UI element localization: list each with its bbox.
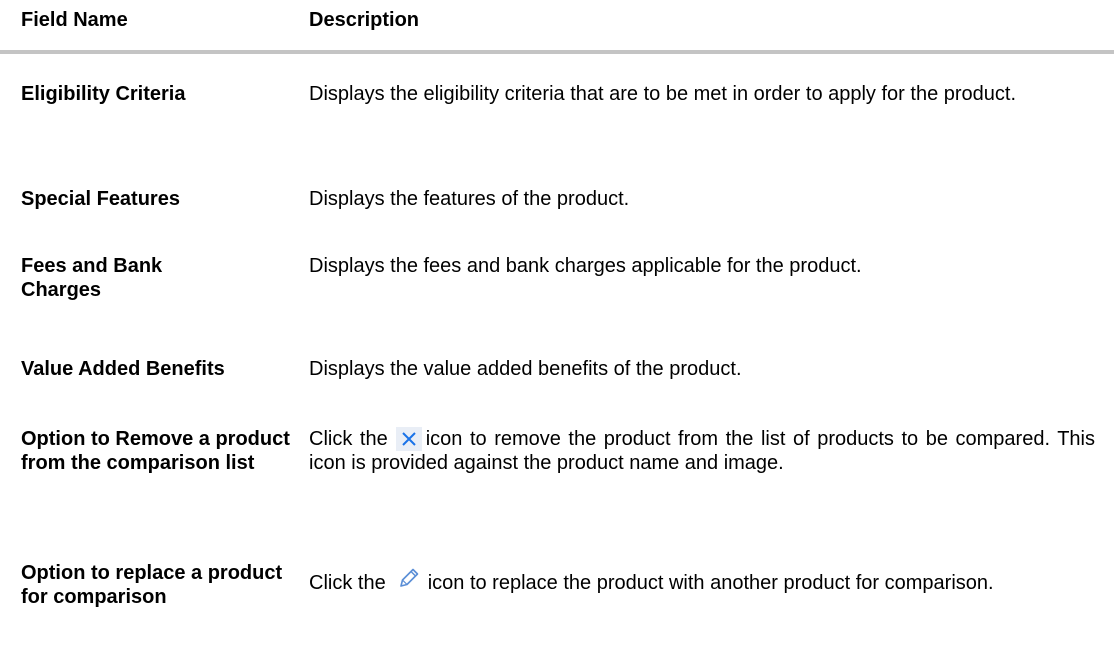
field-name-cell: Fees and Bank Charges — [21, 255, 163, 301]
description-cell: Displays the features of the product. — [309, 188, 630, 210]
pencil-icon — [396, 565, 422, 593]
description-text-after: icon to remove the product from the list… — [309, 428, 1095, 474]
field-name-cell: Value Added Benefits — [21, 358, 225, 380]
header-field-name: Field Name — [21, 9, 128, 31]
description-text-after: icon to replace the product with another… — [427, 572, 994, 594]
description-text-before: Click the — [309, 572, 386, 594]
field-name-cell: Option to replace a product for comparis… — [21, 562, 283, 608]
description-cell: Click the icon to remove the product from… — [309, 427, 1095, 475]
field-description-table: Field Name Description Eligibility Crite… — [0, 0, 1114, 648]
header-divider — [0, 50, 1114, 54]
description-cell: Displays the value added benefits of the… — [309, 358, 742, 380]
field-name-cell: Special Features — [21, 188, 180, 210]
field-name-cell: Option to Remove a product from the comp… — [21, 428, 290, 474]
close-icon — [395, 427, 422, 451]
description-cell: Click the icon to replace the product wit… — [309, 568, 1095, 595]
description-cell: Displays the fees and bank charges appli… — [309, 255, 862, 277]
description-cell: Displays the eligibility criteria that a… — [309, 83, 1017, 105]
field-name-cell: Eligibility Criteria — [21, 83, 186, 105]
header-description: Description — [309, 9, 420, 31]
description-text-before: Click the — [309, 428, 388, 450]
